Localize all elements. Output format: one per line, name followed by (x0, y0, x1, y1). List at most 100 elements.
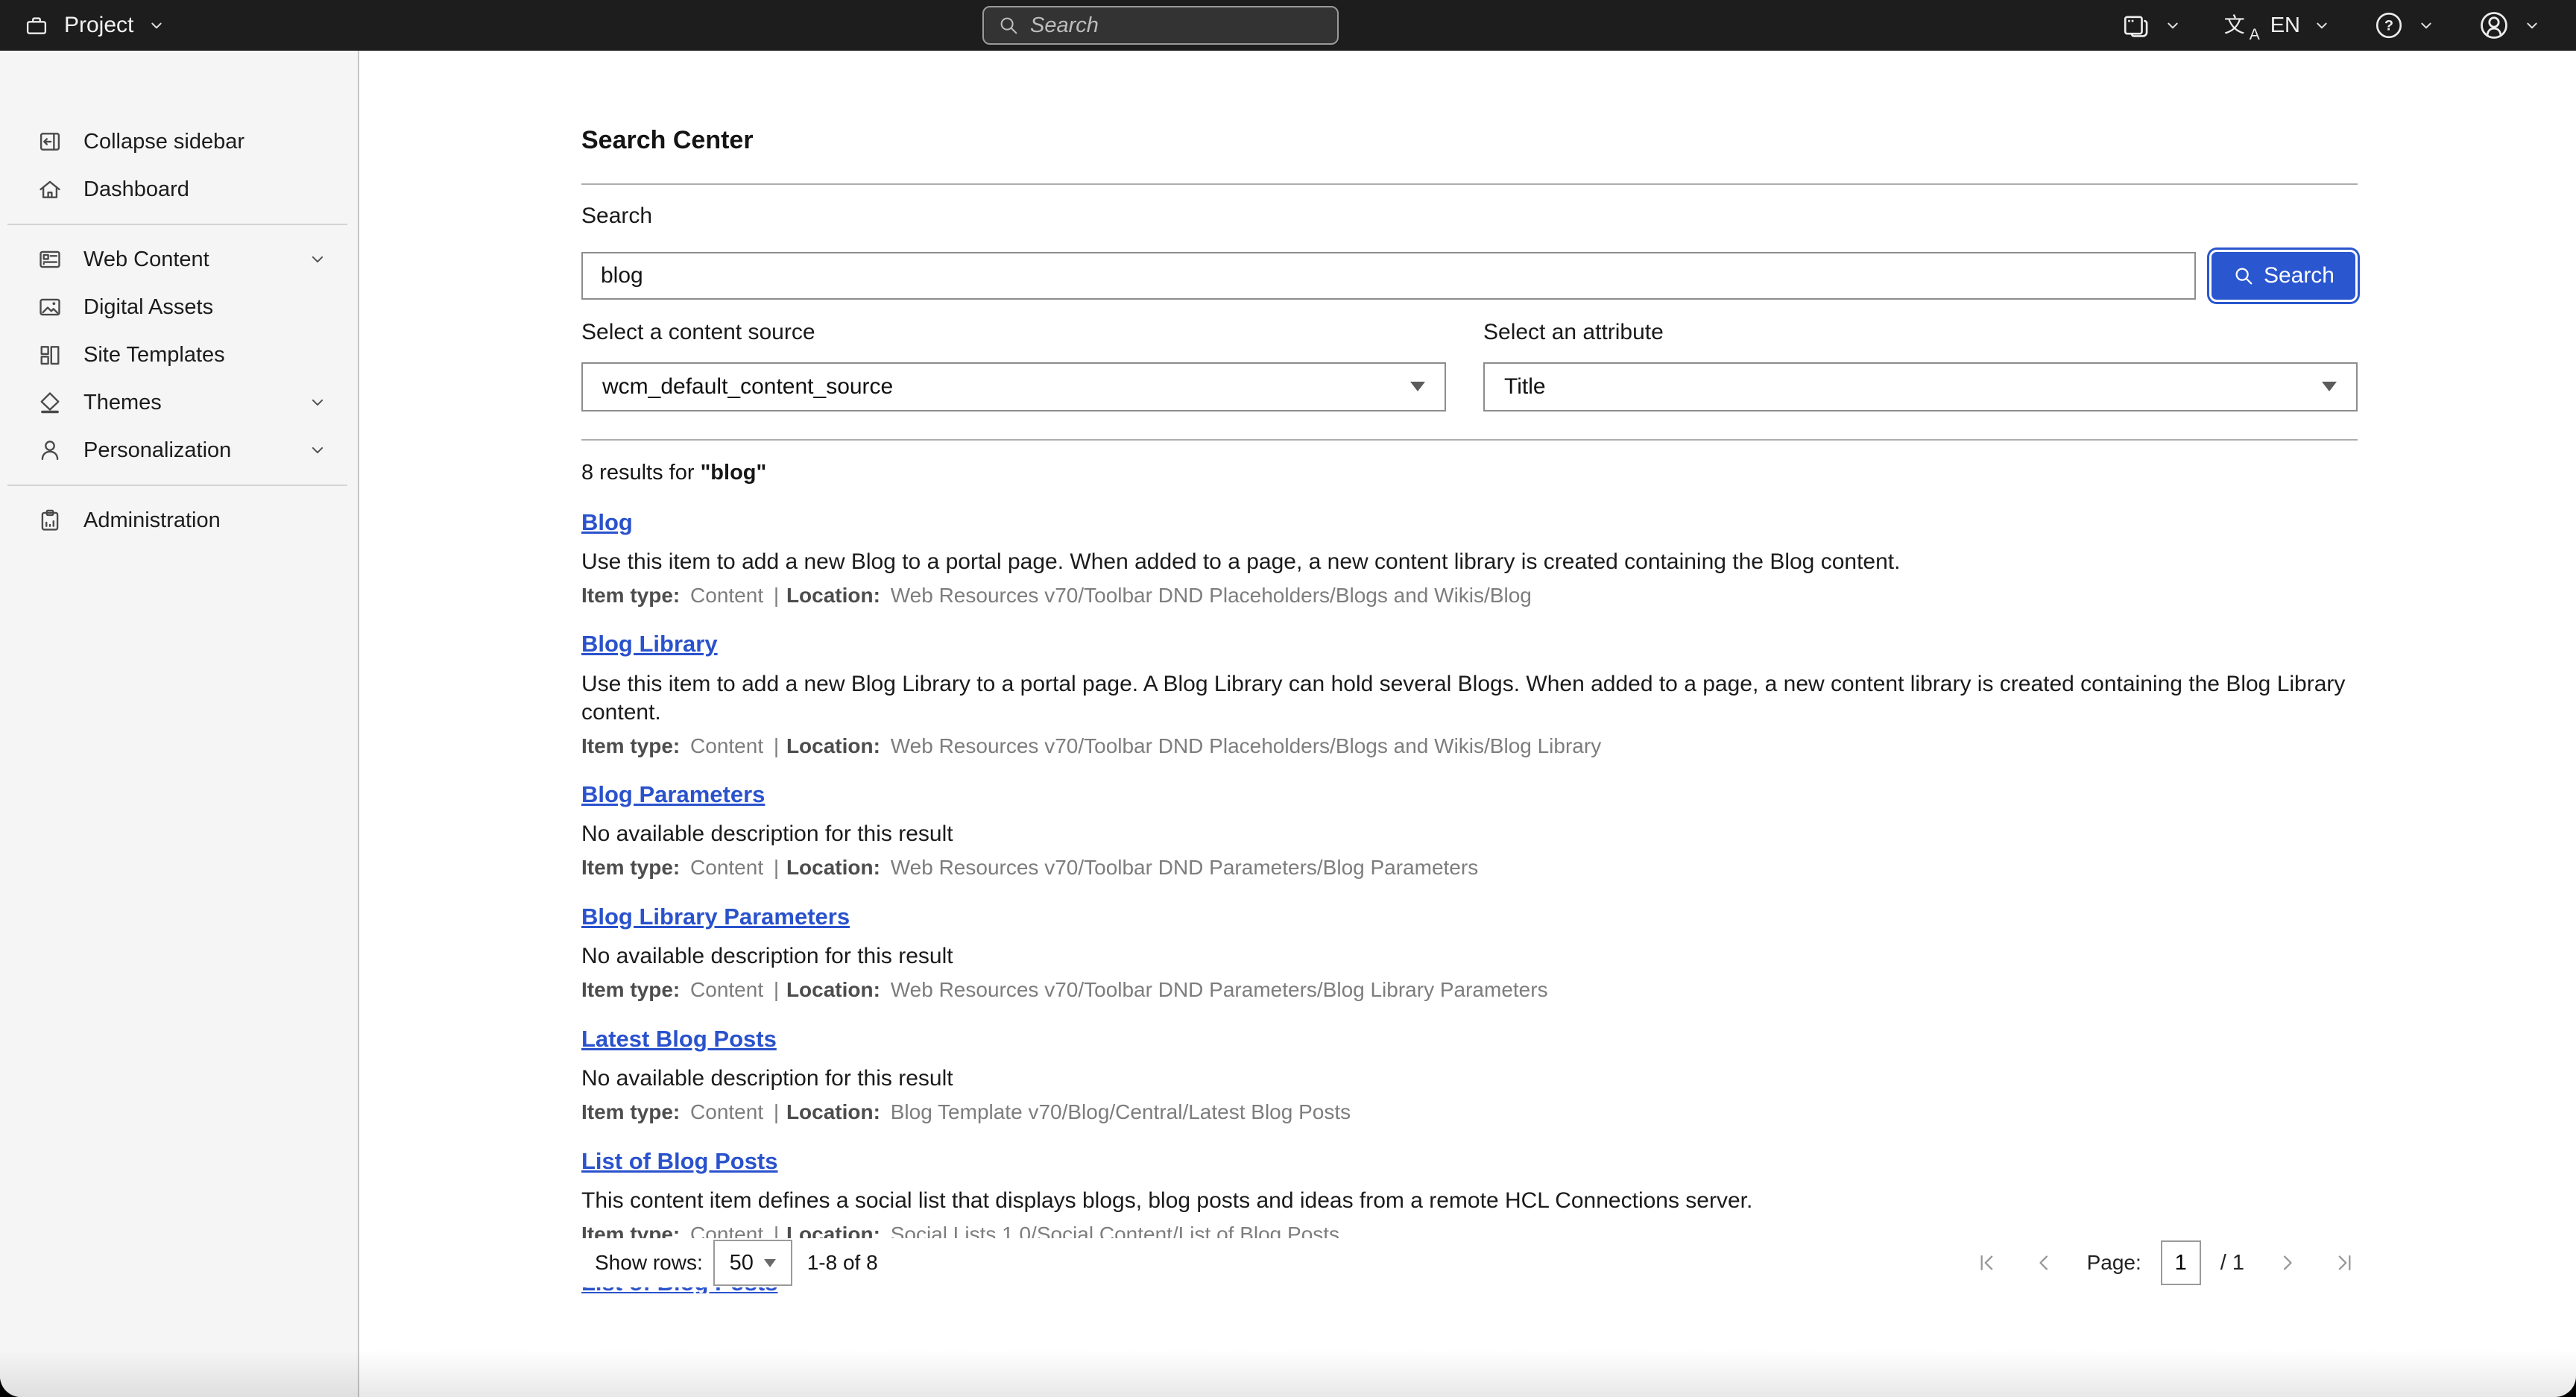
meta-separator: | (774, 584, 779, 607)
project-menu[interactable]: Project (22, 11, 166, 40)
divider (581, 183, 2358, 185)
language-menu[interactable]: 文A EN (2224, 13, 2332, 39)
sidebar-item-digital-assets[interactable]: Digital Assets (0, 283, 358, 331)
location-label: Location: (786, 584, 880, 607)
search-button[interactable]: Search (2209, 250, 2358, 302)
content-source-select[interactable]: wcm_default_content_source (581, 362, 1446, 411)
last-page-button[interactable] (2331, 1249, 2358, 1276)
layout-icon (36, 341, 64, 369)
result-link[interactable]: Blog (581, 508, 633, 536)
sidebar-divider (7, 224, 347, 225)
svg-text:?: ? (2384, 18, 2393, 34)
location-value: Web Resources v70/Toolbar DND Placeholde… (891, 734, 1601, 757)
result-meta: Item type: Content | Location: Web Resou… (581, 734, 2358, 759)
chevron-down-icon (147, 16, 166, 35)
chevron-down-icon (2312, 16, 2332, 35)
page-number-input[interactable] (2161, 1240, 2201, 1285)
result-link[interactable]: Blog Parameters (581, 781, 765, 808)
project-menu-label: Project (64, 12, 133, 39)
search-icon (997, 14, 1020, 37)
search-input[interactable] (581, 252, 2196, 300)
sidebar-item-label: Site Templates (83, 342, 328, 368)
meta-separator: | (774, 856, 779, 879)
sidebar-item-label: Web Content (83, 247, 307, 273)
chevron-down-icon (2416, 16, 2436, 35)
sidebar-item-personalization[interactable]: Personalization (0, 426, 358, 474)
result-meta: Item type: Content | Location: Blog Temp… (581, 1100, 2358, 1125)
sidebar-item-themes[interactable]: Themes (0, 379, 358, 426)
sidebar-item-label: Dashboard (83, 177, 328, 203)
result-description: Use this item to add a new Blog to a por… (581, 548, 2358, 576)
chevron-down-icon (307, 440, 328, 461)
location-value: Web Resources v70/Toolbar DND Placeholde… (891, 584, 1532, 607)
result-link[interactable]: List of Blog Posts (581, 1147, 778, 1175)
result-meta: Item type: Content | Location: Web Resou… (581, 855, 2358, 880)
user-menu[interactable] (2478, 9, 2542, 42)
collapse-sidebar-icon (36, 127, 64, 156)
location-label: Location: (786, 1100, 880, 1123)
item-type-label: Item type: (581, 1100, 680, 1123)
site-menu[interactable] (2120, 10, 2182, 41)
result-description: No available description for this result (581, 942, 2358, 971)
dropdown-arrow-icon (1410, 382, 1425, 391)
sidebar-item-web-content[interactable]: Web Content (0, 236, 358, 283)
dropdown-arrow-icon (764, 1259, 776, 1267)
sidebar-item-administration[interactable]: Administration (0, 496, 358, 544)
topbar-actions: 文A EN ? (2120, 9, 2542, 42)
location-value: Web Resources v70/Toolbar DND Parameters… (891, 978, 1548, 1001)
search-button-label: Search (2264, 263, 2334, 288)
sidebar-item-site-templates[interactable]: Site Templates (0, 331, 358, 379)
content-source-value: wcm_default_content_source (602, 373, 893, 400)
rows-range: 1-8 of 8 (807, 1250, 878, 1275)
location-label: Location: (786, 734, 880, 757)
home-icon (36, 175, 64, 204)
show-rows-label: Show rows: (595, 1250, 703, 1275)
next-page-button[interactable] (2274, 1249, 2301, 1276)
sidebar-item-collapse-sidebar[interactable]: Collapse sidebar (0, 118, 358, 165)
sidebar-item-label: Themes (83, 390, 307, 416)
location-value: Blog Template v70/Blog/Central/Latest Bl… (891, 1100, 1351, 1123)
page-label: Page: (2087, 1250, 2141, 1275)
page-title: Search Center (581, 125, 2358, 156)
help-icon: ? (2373, 10, 2405, 41)
page-total: / 1 (2220, 1250, 2244, 1276)
results-count-term: "blog" (701, 461, 767, 485)
result-description: No available description for this result (581, 820, 2358, 848)
previous-page-button[interactable] (2030, 1249, 2057, 1276)
sidebar-item-label: Administration (83, 508, 328, 534)
meta-separator: | (774, 1100, 779, 1123)
results-count: 8 results for "blog" (581, 460, 2358, 486)
results-list: Blog Use this item to add a new Blog to … (581, 508, 2358, 1294)
sidebar-item-label: Digital Assets (83, 294, 328, 321)
attribute-select[interactable]: Title (1483, 362, 2358, 411)
sidebar-item-label: Collapse sidebar (83, 129, 328, 155)
translate-icon: 文A (2224, 13, 2258, 38)
result-link[interactable]: Blog Library Parameters (581, 903, 850, 930)
help-menu[interactable]: ? (2373, 10, 2436, 41)
chevron-down-icon (307, 392, 328, 413)
theme-icon (36, 388, 64, 417)
search-result: Latest Blog Posts No available descripti… (581, 1025, 2358, 1125)
sidebar-item-dashboard[interactable]: Dashboard (0, 165, 358, 213)
chevron-down-icon (2522, 16, 2542, 35)
content-source-label: Select a content source (581, 319, 1446, 346)
global-search-input[interactable] (1030, 13, 1324, 38)
first-page-button[interactable] (1974, 1249, 2001, 1276)
search-result: Blog Library Use this item to add a new … (581, 630, 2358, 758)
item-type-value: Content (690, 734, 763, 757)
chevron-down-icon (2163, 16, 2182, 35)
divider (581, 439, 2358, 441)
attribute-value: Title (1504, 373, 1546, 400)
item-type-label: Item type: (581, 584, 680, 607)
rows-per-page-select[interactable]: 50 (713, 1240, 792, 1286)
user-icon (2478, 9, 2510, 42)
search-label: Search (581, 203, 2358, 230)
result-link[interactable]: Latest Blog Posts (581, 1025, 777, 1053)
briefcase-icon (22, 11, 51, 40)
result-link[interactable]: Blog Library (581, 630, 718, 657)
search-result: Blog Library Parameters No available des… (581, 903, 2358, 1003)
global-search[interactable] (982, 6, 1339, 45)
results-footer: Show rows: 50 1-8 of 8 (581, 1238, 2358, 1287)
result-meta: Item type: Content | Location: Web Resou… (581, 583, 2358, 608)
result-meta: Item type: Content | Location: Web Resou… (581, 977, 2358, 1003)
